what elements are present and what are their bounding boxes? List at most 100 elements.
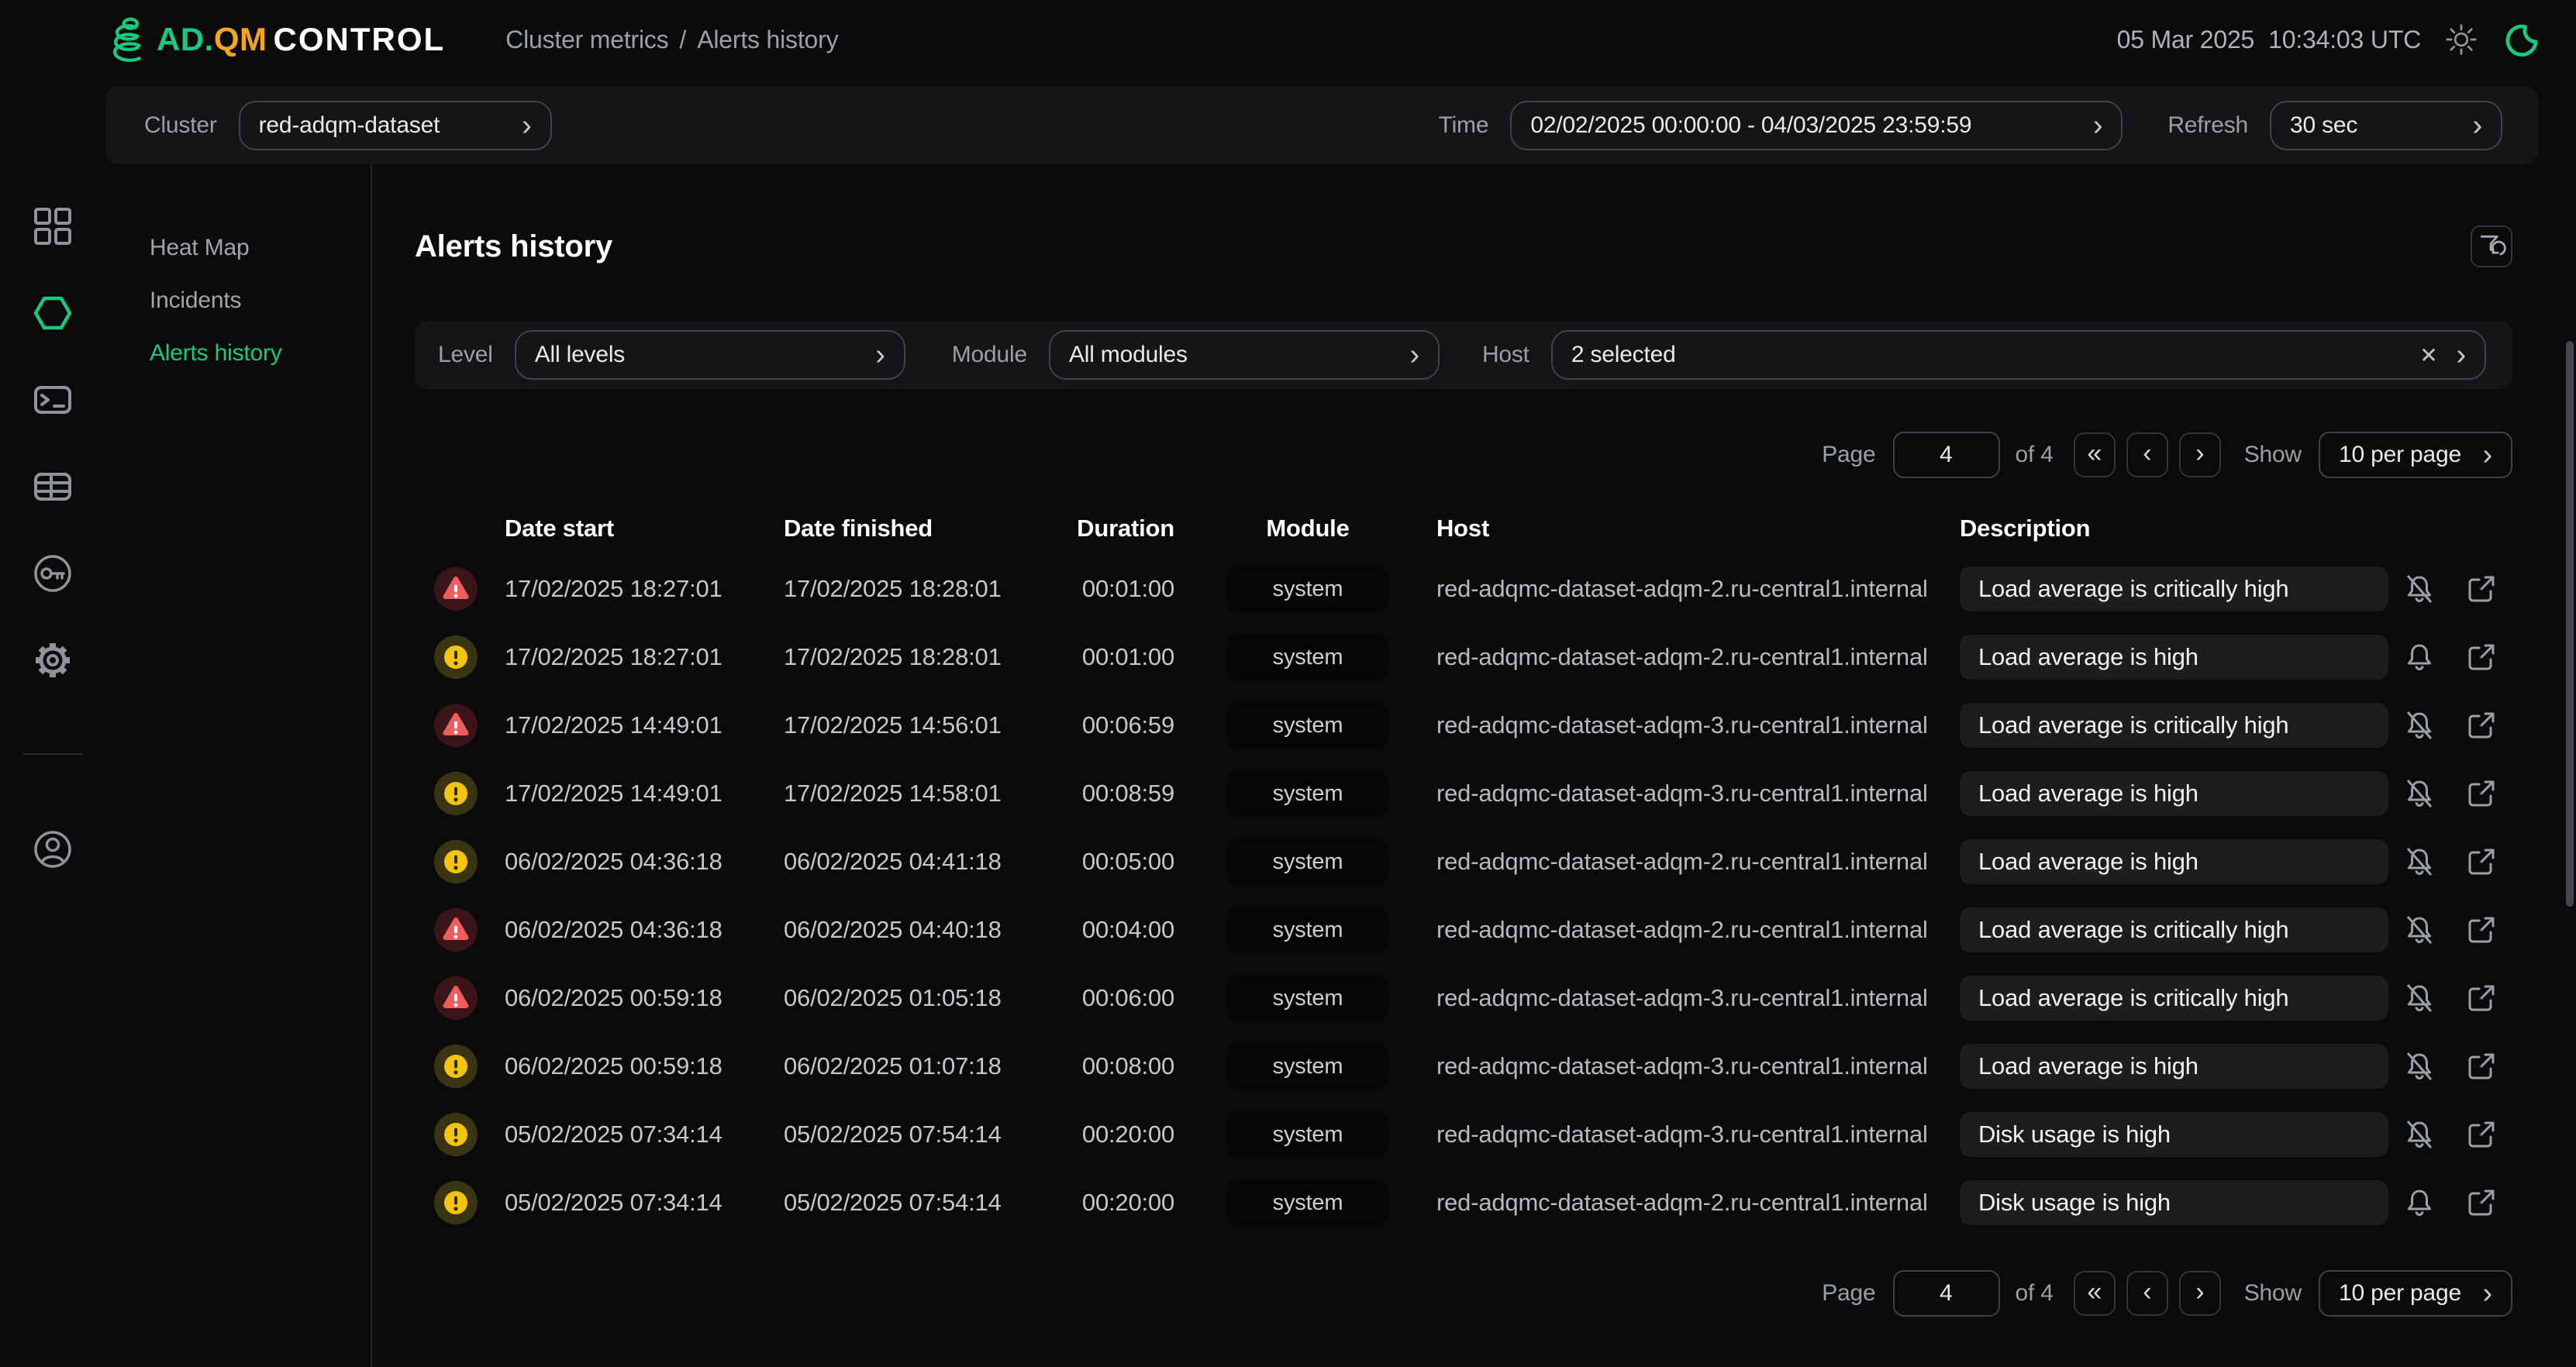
notifications-muted-icon[interactable] <box>2402 844 2437 880</box>
page-number-input[interactable] <box>1893 1270 2000 1317</box>
sidebar-item-tables[interactable] <box>31 465 74 508</box>
time-range-select[interactable]: 02/02/2025 00:00:00 - 04/03/2025 23:59:5… <box>1510 101 2123 150</box>
open-alert-icon[interactable] <box>2464 708 2499 743</box>
per-page-select[interactable]: 10 per page › <box>2319 1270 2512 1317</box>
table-row: 17/02/2025 14:49:01 17/02/2025 14:56:01 … <box>415 702 2512 749</box>
date-start-header: Date start <box>505 515 784 542</box>
table-row: 06/02/2025 04:36:18 06/02/2025 04:40:18 … <box>415 907 2512 953</box>
warning-level-icon <box>433 1180 478 1225</box>
level-filter-label: Level <box>438 342 493 368</box>
notifications-muted-icon[interactable] <box>2402 708 2437 743</box>
level-filter-select[interactable]: All levels › <box>515 330 905 380</box>
scrollbar-thumb[interactable] <box>2566 341 2574 907</box>
notifications-muted-icon[interactable] <box>2402 1117 2437 1152</box>
moon-icon <box>2504 22 2540 57</box>
first-page-button[interactable]: « <box>2074 1271 2116 1316</box>
date-finished-cell: 06/02/2025 04:41:18 <box>784 848 1063 876</box>
refresh-interval-select[interactable]: 30 sec › <box>2270 101 2502 150</box>
filters-bar: Level All levels › Module All modules › … <box>415 321 2512 389</box>
open-alert-icon[interactable] <box>2464 980 2499 1016</box>
open-alert-icon[interactable] <box>2464 844 2499 880</box>
chevron-right-icon: › <box>1391 340 1419 370</box>
duration-cell: 00:08:59 <box>1063 780 1179 807</box>
chevron-right-icon: › <box>2438 340 2466 370</box>
cluster-toolbar: Cluster red-adqm-dataset › Time 02/02/20… <box>105 87 2538 164</box>
open-alert-icon[interactable] <box>2464 1185 2499 1221</box>
prev-page-button[interactable]: ‹ <box>2126 1271 2168 1316</box>
app-logo[interactable]: AD.QMCONTROL <box>105 18 445 61</box>
dark-theme-button[interactable] <box>2502 19 2542 60</box>
description-badge: Load average is high <box>1960 839 2388 884</box>
next-page-button[interactable]: › <box>2179 432 2221 477</box>
open-alert-icon[interactable] <box>2464 912 2499 948</box>
open-alert-icon[interactable] <box>2464 776 2499 811</box>
date-finished-cell: 17/02/2025 14:56:01 <box>784 711 1063 739</box>
module-filter-select[interactable]: All modules › <box>1049 330 1440 380</box>
table-header-row: Date start Date finished Duration Module… <box>415 511 2512 546</box>
duration-cell: 00:05:00 <box>1063 848 1179 876</box>
module-filter-label: Module <box>952 342 1027 368</box>
notifications-muted-icon[interactable] <box>2402 571 2437 607</box>
date-start-cell: 06/02/2025 04:36:18 <box>505 916 784 944</box>
notifications-muted-icon[interactable] <box>2402 980 2437 1016</box>
duration-cell: 00:08:00 <box>1063 1052 1179 1080</box>
sidebar-item-access-keys[interactable] <box>31 552 74 595</box>
host-cell: red-adqmc-dataset-adqm-3.ru-central1.int… <box>1436 711 1960 739</box>
table-row: 17/02/2025 14:49:01 17/02/2025 14:58:01 … <box>415 770 2512 817</box>
notifications-on-icon[interactable] <box>2402 639 2437 675</box>
alerts-table-body: 17/02/2025 18:27:01 17/02/2025 18:28:01 … <box>415 566 2512 1226</box>
notifications-muted-icon[interactable] <box>2402 776 2437 811</box>
nav-item-alerts-history[interactable]: Alerts history <box>150 335 371 372</box>
prev-page-button[interactable]: ‹ <box>2126 432 2168 477</box>
module-badge: system <box>1226 703 1389 748</box>
table-row: 17/02/2025 18:27:01 17/02/2025 18:28:01 … <box>415 634 2512 680</box>
page-label: Page <box>1822 442 1875 468</box>
nav-item-incidents[interactable]: Incidents <box>150 282 371 319</box>
duration-cell: 00:20:00 <box>1063 1189 1179 1217</box>
table-row: 06/02/2025 04:36:18 06/02/2025 04:41:18 … <box>415 838 2512 885</box>
description-badge: Load average is critically high <box>1960 566 2388 611</box>
open-alert-icon[interactable] <box>2464 1048 2499 1084</box>
page-of-label: of 4 <box>2016 442 2054 468</box>
module-badge: system <box>1226 1044 1389 1089</box>
date-start-cell: 17/02/2025 14:49:01 <box>505 780 784 807</box>
nav-item-heat-map[interactable]: Heat Map <box>150 229 371 267</box>
sidebar-item-terminal[interactable] <box>31 378 74 422</box>
notifications-muted-icon[interactable] <box>2402 1048 2437 1084</box>
description-header: Description <box>1960 515 2388 542</box>
open-alert-icon[interactable] <box>2464 1117 2499 1152</box>
sidebar-item-settings[interactable] <box>31 639 74 682</box>
light-theme-button[interactable] <box>2441 19 2481 60</box>
module-badge: system <box>1226 635 1389 680</box>
open-alert-icon[interactable] <box>2464 571 2499 607</box>
module-badge: system <box>1226 771 1389 816</box>
top-bar: AD.QMCONTROL Cluster metrics / Alerts hi… <box>0 0 2576 79</box>
page-title: Alerts history <box>415 229 612 264</box>
per-page-select[interactable]: 10 per page › <box>2319 432 2512 478</box>
duration-header: Duration <box>1063 515 1179 542</box>
host-header: Host <box>1436 515 1960 542</box>
chevron-right-icon: › <box>2464 440 2492 470</box>
breadcrumb-section[interactable]: Cluster metrics <box>505 26 668 54</box>
sidebar-item-profile[interactable] <box>31 828 74 871</box>
cluster-select[interactable]: red-adqm-dataset › <box>239 101 552 150</box>
first-page-button[interactable]: « <box>2074 432 2116 477</box>
reset-filters-button[interactable] <box>2471 226 2512 267</box>
critical-level-icon <box>433 976 478 1021</box>
notifications-muted-icon[interactable] <box>2402 912 2437 948</box>
description-badge: Disk usage is high <box>1960 1112 2388 1157</box>
filter-reset-icon <box>2476 231 2507 262</box>
sidebar-item-cluster[interactable] <box>31 291 74 335</box>
show-label: Show <box>2244 1280 2302 1307</box>
page-number-input[interactable] <box>1893 432 2000 478</box>
sidebar-item-dashboard[interactable] <box>31 205 74 248</box>
date-finished-cell: 06/02/2025 04:40:18 <box>784 916 1063 944</box>
host-filter-select[interactable]: 2 selected ✕ › <box>1551 330 2486 380</box>
clear-host-filter-icon[interactable]: ✕ <box>2401 343 2437 368</box>
date-finished-cell: 17/02/2025 14:58:01 <box>784 780 1063 807</box>
open-alert-icon[interactable] <box>2464 639 2499 675</box>
next-page-button[interactable]: › <box>2179 1271 2221 1316</box>
main-content: Alerts history Level All levels › Module <box>372 164 2576 1367</box>
notifications-on-icon[interactable] <box>2402 1185 2437 1221</box>
table-row: 05/02/2025 07:34:14 05/02/2025 07:54:14 … <box>415 1179 2512 1226</box>
